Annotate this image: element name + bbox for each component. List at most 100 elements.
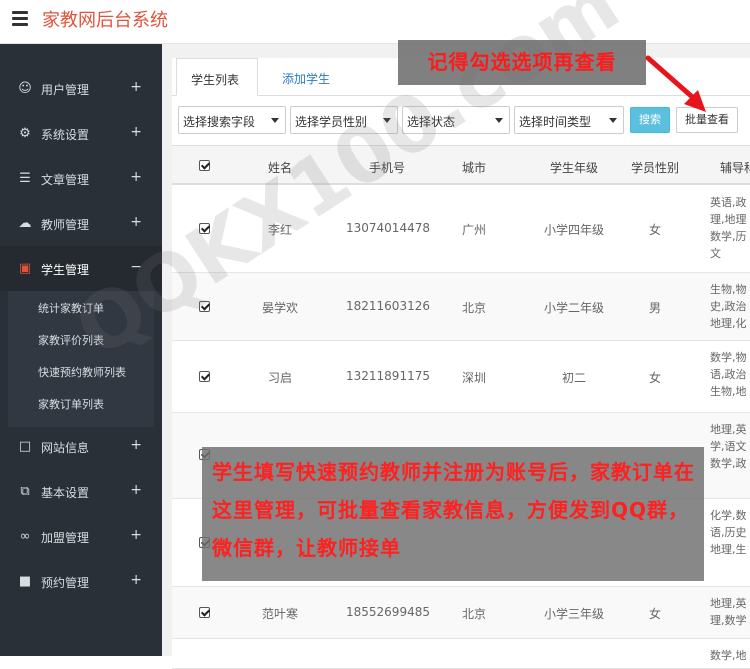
cell-gender: 女 [648,371,661,385]
book-icon: ■ [18,574,32,589]
expand-icon: + [130,572,142,588]
cell-gender: 女 [648,223,661,237]
sidebar-item-bookings[interactable]: ■ 预约管理 + [0,559,162,604]
sidebar-item-label: 基本设置 [41,486,90,500]
sidebar-item-site-info[interactable]: □ 网站信息 + [0,424,162,469]
cell-grade: 小学三年级 [543,607,604,621]
expand-icon: + [130,169,142,185]
sidebar-item-teachers[interactable]: ☁ 教师管理 + [0,201,162,246]
cell-city: 北京 [461,301,486,315]
annotation-description-callout: 学生填写快速预约教师并注册为账号后，家教订单在这里管理，可批量查看家教信息，方便… [202,447,704,581]
caret-down-icon [383,118,391,123]
expand-icon: + [130,482,142,498]
sidebar-item-label: 文章管理 [41,173,90,187]
save-icon: ▣ [18,261,32,276]
expand-icon: + [130,124,142,140]
cell-name: 习启 [267,371,292,385]
file-icon: □ [18,439,32,454]
column-header-gender: 学员性别 [630,161,679,175]
users-icon: ☺ [18,81,32,96]
cell-phone: 13074014478 [346,221,430,235]
expand-icon: + [130,214,142,230]
table-header: 姓名 手机号 城市 学生年级 学员性别 辅导科 [172,145,750,185]
sidebar-item-label: 网站信息 [41,441,90,455]
caret-down-icon [271,118,279,123]
sidebar-item-articles[interactable]: ☰ 文章管理 + [0,156,162,201]
cell-grade: 小学四年级 [543,223,604,237]
select-all-checkbox[interactable] [199,160,210,171]
submenu-item-order-stats[interactable]: 统计家教订单 [38,300,104,316]
cloud-icon: ☁ [18,216,32,231]
submenu-item-quick-booking[interactable]: 快速预约教师列表 [38,364,126,380]
sidebar-item-label: 预约管理 [41,576,90,590]
column-header-name: 姓名 [267,161,292,175]
gender-select[interactable]: 选择学员性别 [290,106,398,134]
submenu-item-order-list[interactable]: 家教订单列表 [38,396,104,412]
select-value: 选择时间类型 [519,115,592,129]
table-row: 晏学欢 18211603126 北京 小学二年级 男 生物,物 史,政治 地理,… [172,273,750,341]
select-value: 选择搜索字段 [183,115,256,129]
row-checkbox[interactable] [199,371,210,382]
tab-student-list[interactable]: 学生列表 [176,58,258,96]
link-icon: ∞ [19,529,31,544]
cell-name: 范叶寒 [261,607,298,621]
row-checkbox[interactable] [199,223,210,234]
column-header-grade: 学生年级 [549,161,598,175]
sidebar-item-label: 系统设置 [41,128,90,142]
cell-phone: 18552699485 [346,605,430,619]
select-value: 选择状态 [407,115,456,129]
sidebar-item-basic-settings[interactable]: ⧉ 基本设置 + [0,469,162,514]
column-header-city: 城市 [461,161,486,175]
cell-subjects: 数学,物 语,政治 生物,地 [710,351,747,398]
table-row: 范叶寒 18552699485 北京 小学三年级 女 地理,英 理,数学 [172,587,750,639]
cell-name: 晏学欢 [261,301,298,315]
gears-icon: ⚙ [19,126,31,141]
app-title: 家教网后台系统 [42,10,168,31]
collapse-icon: − [130,259,142,275]
time-type-select[interactable]: 选择时间类型 [514,106,624,134]
red-arrow-icon [645,55,706,112]
caret-down-icon [609,118,617,123]
cell-phone: 13211891175 [346,369,430,383]
sidebar-item-users[interactable]: ☺ 用户管理 + [0,66,162,111]
cell-city: 广州 [461,223,486,237]
cell-subjects: 地理,英 学,语文 数学,政 [710,423,747,470]
cell-city: 深圳 [461,371,486,385]
cell-city: 北京 [461,607,486,621]
table-row: 数学,地 [172,639,750,669]
cell-name: 李红 [267,223,292,237]
status-select[interactable]: 选择状态 [402,106,510,134]
sidebar-item-label: 学生管理 [41,263,90,277]
row-checkbox[interactable] [199,607,210,618]
table-row: 李红 13074014478 广州 小学四年级 女 英语,政 理,地理 数学,历… [172,185,750,273]
top-bar: 家教网后台系统 [0,0,750,44]
cell-grade: 初二 [561,371,586,385]
column-header-subjects: 辅导科 [720,161,750,175]
students-submenu: 统计家教订单 家教评价列表 快速预约教师列表 家教订单列表 [8,291,154,427]
cell-gender: 女 [648,607,661,621]
column-header-phone: 手机号 [368,161,405,175]
sidebar: ☺ 用户管理 + ⚙ 系统设置 + ☰ 文章管理 + ☁ 教师管理 + ▣ 学生… [0,44,162,656]
sidebar-item-label: 教师管理 [41,218,90,232]
cell-subjects: 英语,政 理,地理 数学,历 文 [710,196,747,260]
annotation-top-callout: 记得勾选选项再查看 [398,40,646,85]
cell-subjects: 地理,英 理,数学 [710,597,747,627]
select-value: 选择学员性别 [295,115,368,129]
search-field-select[interactable]: 选择搜索字段 [178,106,286,134]
list-icon: ☰ [19,171,31,186]
submenu-item-reviews[interactable]: 家教评价列表 [38,332,104,348]
table-row: 习启 13211891175 深圳 初二 女 数学,物 语,政治 生物,地 [172,341,750,413]
cell-grade: 小学二年级 [543,301,604,315]
row-checkbox[interactable] [199,301,210,312]
expand-icon: + [130,437,142,453]
expand-icon: + [130,527,142,543]
caret-down-icon [495,118,503,123]
tab-add-student[interactable]: 添加学生 [268,58,344,96]
sidebar-item-students[interactable]: ▣ 学生管理 − [0,246,162,291]
cell-phone: 18211603126 [346,299,430,313]
sidebar-item-franchise[interactable]: ∞ 加盟管理 + [0,514,162,559]
hamburger-menu-icon[interactable] [12,11,28,26]
cell-gender: 男 [648,301,661,315]
copy-icon: ⧉ [20,484,30,499]
sidebar-item-system-settings[interactable]: ⚙ 系统设置 + [0,111,162,156]
